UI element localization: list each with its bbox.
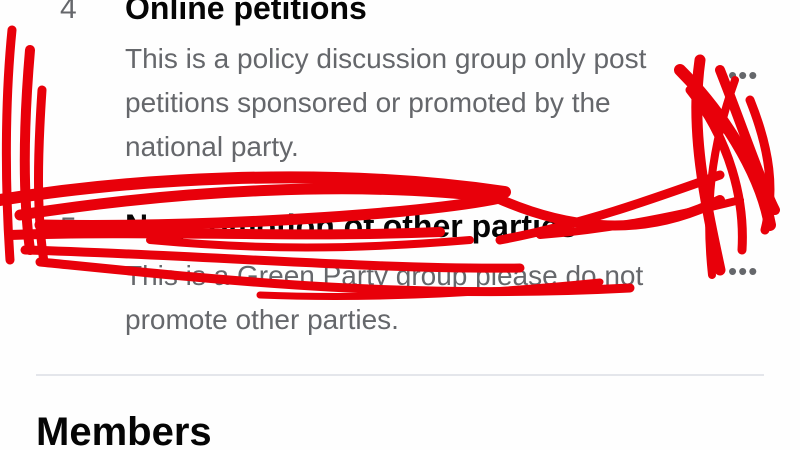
more-options-icon[interactable]: ••• [728, 62, 758, 88]
rule-number: 4 [60, 0, 77, 25]
rule-description: This is a Green Party group please do no… [125, 260, 644, 335]
rule-title: No promotion of other parties [125, 208, 577, 244]
more-options-icon[interactable]: ••• [728, 258, 758, 284]
rule-number: 5 [60, 212, 77, 245]
section-divider [36, 374, 764, 376]
rule-description: This is a policy discussion group only p… [125, 43, 647, 162]
members-section-title: Members [36, 410, 212, 450]
rule-title: Online petitions [125, 0, 367, 26]
group-about-page: 4 Online petitions This is a policy disc… [0, 0, 800, 450]
